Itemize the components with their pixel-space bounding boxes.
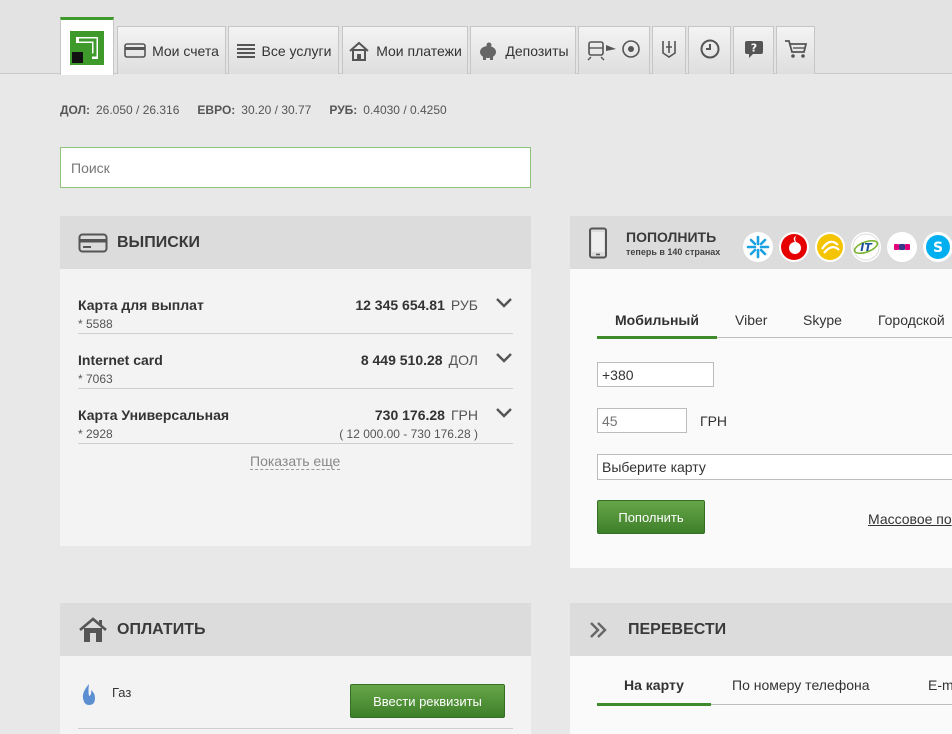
card-icon — [124, 43, 146, 58]
active-tab-indicator — [597, 336, 717, 339]
tab-history[interactable] — [688, 26, 731, 74]
lifecell-icon[interactable] — [815, 232, 845, 262]
kyivstar-icon[interactable] — [743, 232, 773, 262]
pay-header: ОПЛАТИТЬ — [60, 603, 531, 656]
vodafone-icon[interactable] — [779, 232, 809, 262]
tab-ukraine[interactable] — [652, 26, 686, 74]
tab-mobile[interactable]: Мобильный — [615, 312, 699, 328]
tab-travel[interactable] — [578, 26, 650, 74]
tab-landline[interactable]: Городской — [878, 312, 945, 328]
help-icon: ? — [743, 39, 765, 62]
house-icon — [348, 41, 370, 61]
flame-icon — [80, 683, 98, 710]
phone-input[interactable] — [597, 362, 714, 387]
currency-label: ГРН — [700, 413, 728, 429]
statements-title: ВЫПИСКИ — [117, 233, 201, 251]
rate-rub: РУБ: 0.4030 / 0.4250 — [329, 103, 447, 117]
pay-row: Газ Ввести реквизиты — [78, 671, 513, 729]
travel-icon — [585, 37, 643, 64]
tab-my-accounts[interactable]: Мои счета — [117, 26, 226, 74]
tab-help[interactable]: ? — [733, 26, 774, 74]
card-name: Карта для выплат — [78, 297, 204, 313]
phone-icon — [588, 227, 608, 259]
topup-subtitle: теперь в 140 странах — [626, 246, 721, 257]
statement-row[interactable]: Карта для выплат * 5588 12 345 654.81 РУБ — [78, 279, 513, 334]
card-number: * 7063 — [78, 372, 113, 386]
skype-icon[interactable]: S — [923, 232, 952, 262]
topup-button[interactable]: Пополнить — [597, 500, 705, 534]
intertelecom-icon[interactable]: IT — [851, 232, 881, 262]
card-balance: 730 176.28 ГРН — [374, 407, 478, 423]
double-chevron-right-icon — [588, 620, 608, 640]
card-balance: 12 345 654.81 РУБ — [355, 297, 478, 313]
transfer-title: ПЕРЕВЕСТИ — [628, 620, 727, 638]
cart-icon — [784, 39, 808, 62]
chevron-down-icon[interactable] — [495, 351, 513, 365]
tab-all-services[interactable]: Все услуги — [228, 26, 339, 74]
tab-label: Депозиты — [505, 42, 569, 59]
card-select[interactable]: Выберите карту — [597, 454, 952, 480]
search-input[interactable] — [60, 147, 531, 188]
house-icon — [78, 616, 108, 643]
exchange-rates: ДОЛ: 26.050 / 26.316 ЕВРО: 30.20 / 30.77 Р… — [60, 103, 447, 117]
card-balance: 8 449 510.28 ДОЛ — [360, 352, 478, 368]
tab-label: Мои платежи — [376, 42, 462, 59]
topup-panel: ПОПОЛНИТЬ теперь в 140 странах IT S Моби… — [570, 216, 952, 568]
list-icon — [236, 43, 256, 59]
statement-row[interactable]: Internet card * 7063 8 449 510.28 ДОЛ — [78, 334, 513, 389]
tab-email[interactable]: E-m — [928, 677, 952, 693]
chevron-down-icon[interactable] — [495, 406, 513, 420]
card-number: * 2928 — [78, 427, 113, 441]
ukraine-trident-icon — [661, 39, 677, 62]
mass-topup-link[interactable]: Массовое по — [868, 511, 952, 527]
tab-viber[interactable]: Viber — [735, 312, 767, 328]
svg-text:?: ? — [750, 42, 756, 55]
tab-by-phone[interactable]: По номеру телефона — [732, 677, 870, 693]
tab-cart[interactable] — [776, 26, 815, 74]
trimob-icon[interactable] — [887, 232, 917, 262]
show-more-link[interactable]: Показать еще — [250, 453, 341, 470]
logo-icon — [70, 30, 104, 65]
piggy-bank-icon — [477, 42, 499, 60]
operator-icons: IT S — [743, 232, 952, 262]
statements-header: ВЫПИСКИ — [60, 216, 531, 269]
tab-label: Мои счета — [152, 42, 219, 59]
transfer-header: ПЕРЕВЕСТИ — [570, 603, 952, 656]
tab-deposits[interactable]: Депозиты — [470, 26, 576, 74]
svg-text:S: S — [933, 240, 943, 256]
transfer-panel: ПЕРЕВЕСТИ На карту По номеру телефона E-… — [570, 603, 952, 734]
statements-panel: ВЫПИСКИ Карта для выплат * 5588 12 345 6… — [60, 216, 531, 546]
history-icon — [699, 38, 721, 63]
enter-details-button[interactable]: Ввести реквизиты — [350, 684, 505, 718]
rate-eur: ЕВРО: 30.20 / 30.77 — [197, 103, 312, 117]
card-name: Internet card — [78, 352, 163, 368]
amount-input[interactable] — [597, 408, 687, 433]
topup-title: ПОПОЛНИТЬ — [626, 228, 717, 245]
chevron-down-icon[interactable] — [495, 296, 513, 310]
topup-tabs: Мобильный Viber Skype Городской — [597, 303, 952, 339]
statement-row[interactable]: Карта Универсальная * 2928 730 176.28 ГРН… — [78, 389, 513, 444]
pay-item-label: Газ — [112, 685, 132, 700]
tab-to-card[interactable]: На карту — [624, 677, 684, 693]
topup-header: ПОПОЛНИТЬ теперь в 140 странах IT S — [570, 216, 952, 269]
tab-my-payments[interactable]: Мои платежи — [342, 26, 468, 74]
pay-panel: ОПЛАТИТЬ Газ Ввести реквизиты — [60, 603, 531, 734]
card-limit: ( 12 000.00 - 730 176.28 ) — [339, 427, 478, 441]
card-number: * 5588 — [78, 317, 113, 331]
active-tab-indicator — [597, 703, 711, 706]
svg-text:IT: IT — [860, 241, 873, 254]
privatbank-logo[interactable] — [60, 17, 114, 75]
card-name: Карта Универсальная — [78, 407, 230, 423]
rate-usd: ДОЛ: 26.050 / 26.316 — [60, 103, 180, 117]
pay-title: ОПЛАТИТЬ — [117, 620, 206, 638]
transfer-tabs: На карту По номеру телефона E-m — [597, 669, 952, 706]
tab-skype[interactable]: Skype — [803, 312, 842, 328]
card-icon — [78, 233, 108, 253]
tab-label: Все услуги — [261, 42, 332, 59]
top-navigation: Мои счета Все услуги Мои платежи Депозит… — [0, 0, 952, 75]
